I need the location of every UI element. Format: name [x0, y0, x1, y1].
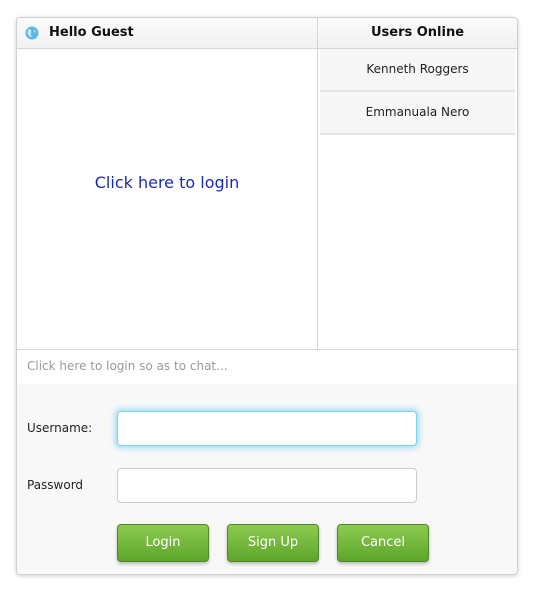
chat-input[interactable]: Click here to login so as to chat... — [17, 349, 517, 384]
password-label: Password — [27, 478, 84, 492]
users-online-header: Users Online — [318, 18, 517, 48]
password-field[interactable] — [117, 468, 417, 503]
chat-messages-pane: Click here to login — [17, 49, 318, 349]
username-label: Username: — [27, 421, 93, 435]
header-greeting: Hello Guest — [17, 18, 318, 48]
username-field[interactable] — [117, 411, 417, 446]
greeting-title: Hello Guest — [49, 25, 134, 40]
chat-header: Hello Guest Users Online — [17, 18, 517, 49]
login-form: Username: Password Login Sign Up Cancel — [17, 384, 517, 574]
chat-window: Hello Guest Users Online Click here to l… — [16, 17, 518, 575]
login-link[interactable]: Click here to login — [17, 173, 317, 192]
signup-button[interactable]: Sign Up — [227, 524, 319, 562]
globe-icon — [25, 26, 39, 40]
login-button[interactable]: Login — [117, 524, 209, 562]
chat-input-placeholder: Click here to login so as to chat... — [27, 359, 228, 373]
users-online-title: Users Online — [370, 25, 465, 40]
users-online-list: Kenneth Roggers Emmanuala Nero — [318, 49, 517, 349]
user-list-item[interactable]: Kenneth Roggers — [320, 49, 515, 92]
user-list-item[interactable]: Emmanuala Nero — [320, 92, 515, 135]
cancel-button[interactable]: Cancel — [337, 524, 429, 562]
